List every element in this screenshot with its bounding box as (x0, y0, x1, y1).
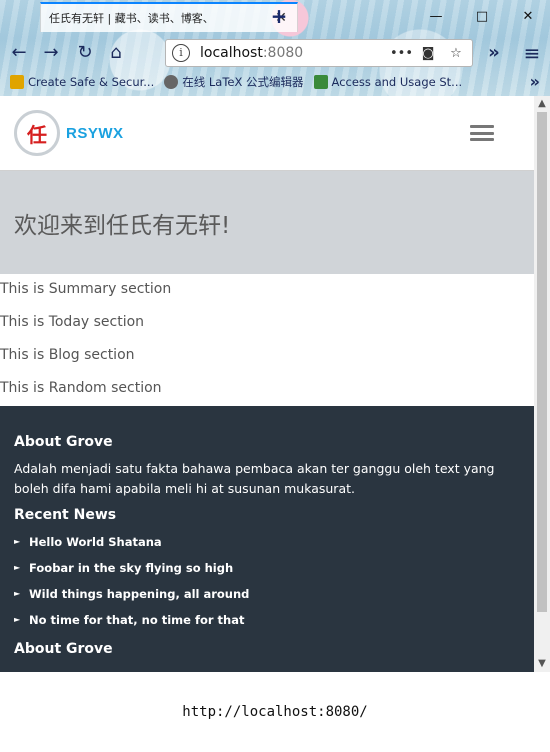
caret-right-icon: ► (14, 589, 21, 598)
lock-icon (10, 75, 24, 89)
reload-button[interactable]: ↻ (72, 40, 98, 66)
overflow-menu-icon[interactable]: » (481, 40, 507, 66)
pocket-icon[interactable]: ◙ (418, 46, 438, 61)
minimize-button[interactable]: — (425, 6, 447, 28)
news-item[interactable]: ► No time for that, no time for that (14, 613, 520, 639)
browser-tab[interactable]: 任氏有无轩 | 藏书、读书、博客、 ✕ (40, 2, 298, 32)
recent-news-heading: Recent News (14, 507, 117, 523)
home-button[interactable]: ⌂ (103, 40, 129, 66)
gear-icon (164, 75, 179, 89)
news-item[interactable]: ► Hello World Shatana (14, 535, 520, 561)
news-item[interactable]: ► Foobar in the sky flying so high (14, 561, 520, 587)
scroll-down-icon[interactable]: ▼ (534, 656, 550, 672)
random-section: This is Random section (0, 380, 162, 396)
scroll-thumb[interactable] (537, 112, 547, 612)
page-title: 欢迎来到任氏有无轩! (14, 212, 231, 239)
url-text[interactable]: localhost:8080 (200, 45, 382, 61)
url-bar[interactable]: i localhost:8080 ••• ◙ ☆ (165, 39, 473, 67)
info-icon[interactable]: i (172, 44, 190, 62)
hamburger-menu-icon[interactable]: ≡ (519, 40, 545, 66)
bookmark-item[interactable]: 在线 LaTeX 公式编辑器 (164, 74, 304, 90)
browser-chrome: 任氏有无轩 | 藏书、读书、博客、 ✕ + — □ ✕ ← → ↻ ⌂ i lo… (0, 0, 550, 96)
back-button[interactable]: ← (6, 40, 32, 66)
site-logo[interactable]: 任 (14, 110, 60, 156)
bookmark-item[interactable]: Create Safe & Secur... (10, 75, 154, 89)
hero-banner: 欢迎来到任氏有无轩! (0, 171, 534, 274)
page-actions-icon[interactable]: ••• (390, 46, 413, 61)
today-section: This is Today section (0, 314, 145, 330)
site-footer: About Grove Adalah menjadi satu fakta ba… (0, 406, 534, 672)
news-list: ► Hello World Shatana ► Foobar in the sky … (14, 535, 520, 639)
scroll-up-icon[interactable]: ▲ (534, 96, 550, 112)
blog-section: This is Blog section (0, 347, 135, 363)
page-viewport: 任 RSYWX 欢迎来到任氏有无轩! This is Summary secti… (0, 96, 534, 672)
caret-right-icon: ► (14, 563, 21, 572)
menu-toggle-icon[interactable] (470, 125, 494, 141)
about-text: Adalah menjadi satu fakta bahawa pembaca… (14, 461, 495, 496)
news-item[interactable]: ► Wild things happening, all around (14, 587, 520, 613)
forward-button[interactable]: → (38, 40, 64, 66)
bookmark-star-icon[interactable]: ☆ (446, 46, 466, 61)
summary-section: This is Summary section (0, 281, 172, 297)
close-window-button[interactable]: ✕ (517, 6, 539, 28)
bookmark-item[interactable]: Access and Usage St... (313, 75, 462, 89)
logo-char: 任 (27, 122, 47, 147)
about-heading: About Grove (14, 434, 113, 450)
vertical-scrollbar[interactable]: ▲ ▼ (534, 96, 550, 672)
feather-icon (313, 75, 328, 89)
site-header: 任 RSYWX (0, 96, 534, 171)
new-tab-button[interactable]: + (268, 6, 290, 27)
about-heading-2: About Grove (14, 641, 113, 657)
caret-right-icon: ► (14, 537, 21, 546)
status-area: http://localhost:8080/ (0, 672, 550, 752)
tab-bar: 任氏有无轩 | 藏书、读书、博客、 ✕ + — □ ✕ (0, 0, 550, 34)
maximize-button[interactable]: □ (471, 6, 493, 28)
bookmarks-toolbar: Create Safe & Secur... 在线 LaTeX 公式编辑器 Ac… (0, 70, 550, 94)
navigation-bar: ← → ↻ ⌂ i localhost:8080 ••• ◙ ☆ » ≡ (0, 36, 550, 70)
section-list: This is Summary section This is Today se… (0, 274, 534, 408)
bookmarks-more-icon[interactable]: » (530, 72, 540, 91)
status-url: http://localhost:8080/ (182, 704, 368, 720)
caret-right-icon: ► (14, 615, 21, 624)
brand-name[interactable]: RSYWX (66, 125, 124, 142)
tab-title: 任氏有无轩 | 藏书、读书、博客、 (49, 12, 214, 25)
